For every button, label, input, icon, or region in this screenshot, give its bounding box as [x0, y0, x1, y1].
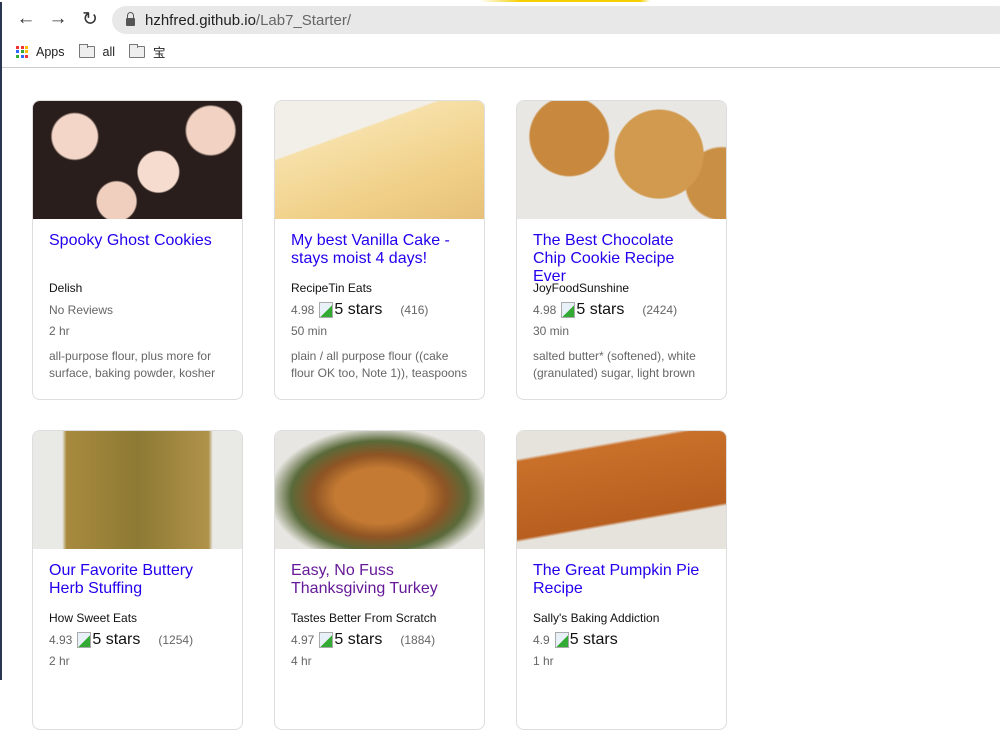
bookmark-label: 宝 — [153, 46, 166, 60]
folder-icon — [129, 43, 146, 58]
recipe-rating: 4.9 5 stars — [533, 631, 710, 649]
folder-icon — [78, 43, 95, 58]
recipe-ingredients: all-purpose flour, plus more for surface… — [49, 349, 216, 380]
rating-image-alt: 5 stars — [334, 301, 383, 318]
recipe-title-link[interactable]: The Great Pumpkin Pie Recipe — [533, 562, 710, 611]
recipe-publisher: Tastes Better From Scratch — [291, 611, 437, 625]
back-arrow-icon[interactable]: ← — [10, 8, 42, 30]
recipe-card: My best Vanilla Cake - stays moist 4 day… — [274, 100, 485, 400]
recipe-title-link[interactable]: Spooky Ghost Cookies — [49, 232, 226, 281]
recipe-publisher: RecipeTin Eats — [291, 281, 372, 295]
recipe-card: The Great Pumpkin Pie Recipe Sally's Bak… — [516, 430, 727, 730]
star-rating-image: 5 stars — [561, 301, 624, 319]
address-bar[interactable]: hzhfred.github.io/Lab7_Starter/ — [112, 6, 1000, 34]
recipe-card: Spooky Ghost Cookies Delish No Reviews 2… — [32, 100, 243, 400]
recipe-ingredients: salted butter* (softened), white (granul… — [533, 349, 696, 380]
recipe-title-link[interactable]: The Best Chocolate Chip Cookie Recipe Ev… — [533, 232, 710, 285]
recipe-publisher: JoyFoodSunshine — [533, 281, 630, 295]
apps-grid-icon — [16, 45, 28, 58]
rating-value: 4.9 — [533, 633, 550, 647]
star-rating-image: 5 stars — [319, 301, 382, 319]
star-rating-image: 5 stars — [77, 631, 140, 649]
rating-value: 4.98 — [533, 303, 557, 317]
review-count: (416) — [400, 303, 429, 317]
recipe-card: Our Favorite Buttery Herb Stuffing How S… — [32, 430, 243, 730]
star-rating-image: 5 stars — [554, 631, 618, 649]
broken-image-icon — [561, 302, 576, 318]
bookmark-apps[interactable]: Apps — [16, 45, 65, 59]
lock-icon[interactable] — [126, 12, 135, 26]
rating-image-alt: 5 stars — [334, 631, 383, 648]
review-count: (2424) — [642, 303, 678, 317]
bookmarks-bar: Apps all 宝 — [2, 36, 1000, 68]
url-path: /Lab7_Starter/ — [255, 11, 351, 29]
reload-icon[interactable]: ↻ — [74, 8, 106, 31]
recipe-rating: 4.98 5 stars (416) — [291, 301, 468, 319]
review-count: (1884) — [400, 633, 436, 647]
rating-image-alt: 5 stars — [569, 631, 618, 648]
recipe-publisher: Sally's Baking Addiction — [533, 611, 660, 625]
recipe-time: 30 min — [533, 324, 570, 338]
bookmark-label: Apps — [36, 44, 65, 59]
recipe-rating: 4.97 5 stars (1884) — [291, 631, 468, 649]
rating-value: 4.93 — [49, 633, 73, 647]
recipe-rating: 4.93 5 stars (1254) — [49, 631, 226, 649]
recipe-time: 50 min — [291, 324, 328, 338]
recipe-image-turkey — [275, 431, 484, 549]
broken-image-icon — [554, 632, 569, 648]
rating-value: 4.97 — [291, 633, 315, 647]
broken-image-icon — [319, 632, 334, 648]
no-reviews-text: No Reviews — [49, 303, 114, 317]
recipe-image-chocolate-chip-cookies — [517, 101, 726, 219]
recipe-rating: 4.98 5 stars (2424) — [533, 301, 710, 319]
review-count: (1254) — [158, 633, 194, 647]
forward-arrow-icon[interactable]: → — [42, 8, 74, 30]
bookmark-folder-all[interactable]: all — [78, 43, 116, 59]
recipe-title-link[interactable]: Our Favorite Buttery Herb Stuffing — [49, 562, 226, 611]
recipe-publisher: Delish — [49, 281, 83, 295]
recipe-publisher: How Sweet Eats — [49, 611, 138, 625]
recipe-card: The Best Chocolate Chip Cookie Recipe Ev… — [516, 100, 727, 400]
recipe-ingredients: plain / all purpose flour ((cake flour O… — [291, 349, 468, 380]
recipe-image-pumpkin-pie — [517, 431, 726, 549]
broken-image-icon — [319, 302, 334, 318]
bookmark-folder-bao[interactable]: 宝 — [129, 42, 166, 61]
broken-image-icon — [77, 632, 92, 648]
rating-image-alt: 5 stars — [92, 631, 141, 648]
bookmark-label: all — [102, 44, 116, 59]
recipe-time: 4 hr — [291, 654, 312, 668]
browser-toolbar: ← → ↻ hzhfred.github.io/Lab7_Starter/ — [2, 2, 1000, 36]
recipe-card: Easy, No Fuss Thanksgiving Turkey Tastes… — [274, 430, 485, 730]
recipe-time: 2 hr — [49, 324, 70, 338]
recipe-time: 2 hr — [49, 654, 70, 668]
rating-image-alt: 5 stars — [576, 301, 625, 318]
url-host: hzhfred.github.io — [145, 11, 256, 29]
recipe-title-link[interactable]: My best Vanilla Cake - stays moist 4 day… — [291, 232, 468, 281]
recipe-image-vanilla-cake — [275, 101, 484, 219]
window-edge — [0, 0, 2, 680]
recipe-time: 1 hr — [533, 654, 554, 668]
recipe-image-ghost-cookies — [33, 101, 242, 219]
recipe-image-herb-stuffing — [33, 431, 242, 549]
recipe-title-link[interactable]: Easy, No Fuss Thanksgiving Turkey — [291, 562, 468, 611]
star-rating-image: 5 stars — [319, 631, 382, 649]
rating-value: 4.98 — [291, 303, 315, 317]
